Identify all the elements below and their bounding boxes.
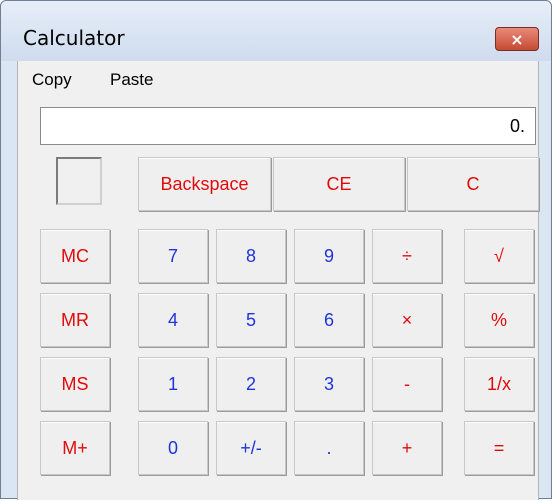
add-button[interactable]: + <box>372 421 442 475</box>
square-root-button[interactable]: √ <box>464 229 534 283</box>
calculator-window: Calculator × Copy Paste 0. Backspace CE … <box>0 0 552 500</box>
calculator-body: Copy Paste 0. Backspace CE C MC 7 8 9 ÷ … <box>17 61 539 500</box>
decimal-button[interactable]: . <box>294 421 364 475</box>
menu-paste[interactable]: Paste <box>102 67 162 93</box>
memory-recall-button[interactable]: MR <box>40 293 110 347</box>
clear-button[interactable]: C <box>407 157 539 211</box>
digit-7-button[interactable]: 7 <box>138 229 208 283</box>
digit-4-button[interactable]: 4 <box>138 293 208 347</box>
close-icon: × <box>510 29 524 49</box>
backspace-button[interactable]: Backspace <box>138 157 271 211</box>
digit-2-button[interactable]: 2 <box>216 357 286 411</box>
close-button[interactable]: × <box>495 27 539 51</box>
menu-bar: Copy Paste <box>18 61 538 97</box>
divide-button[interactable]: ÷ <box>372 229 442 283</box>
digit-1-button[interactable]: 1 <box>138 357 208 411</box>
digit-6-button[interactable]: 6 <box>294 293 364 347</box>
digit-3-button[interactable]: 3 <box>294 357 364 411</box>
subtract-button[interactable]: - <box>372 357 442 411</box>
memory-clear-button[interactable]: MC <box>40 229 110 283</box>
percent-button[interactable]: % <box>464 293 534 347</box>
result-display: 0. <box>40 107 536 145</box>
memory-indicator <box>56 157 102 205</box>
multiply-button[interactable]: × <box>372 293 442 347</box>
menu-copy[interactable]: Copy <box>24 67 80 93</box>
digit-5-button[interactable]: 5 <box>216 293 286 347</box>
memory-add-button[interactable]: M+ <box>40 421 110 475</box>
digit-9-button[interactable]: 9 <box>294 229 364 283</box>
plus-minus-button[interactable]: +/- <box>216 421 286 475</box>
clear-entry-button[interactable]: CE <box>273 157 405 211</box>
reciprocal-button[interactable]: 1/x <box>464 357 534 411</box>
equals-button[interactable]: = <box>464 421 534 475</box>
memory-store-button[interactable]: MS <box>40 357 110 411</box>
digit-8-button[interactable]: 8 <box>216 229 286 283</box>
digit-0-button[interactable]: 0 <box>138 421 208 475</box>
window-title: Calculator <box>23 26 125 50</box>
title-bar: Calculator × <box>1 1 551 61</box>
